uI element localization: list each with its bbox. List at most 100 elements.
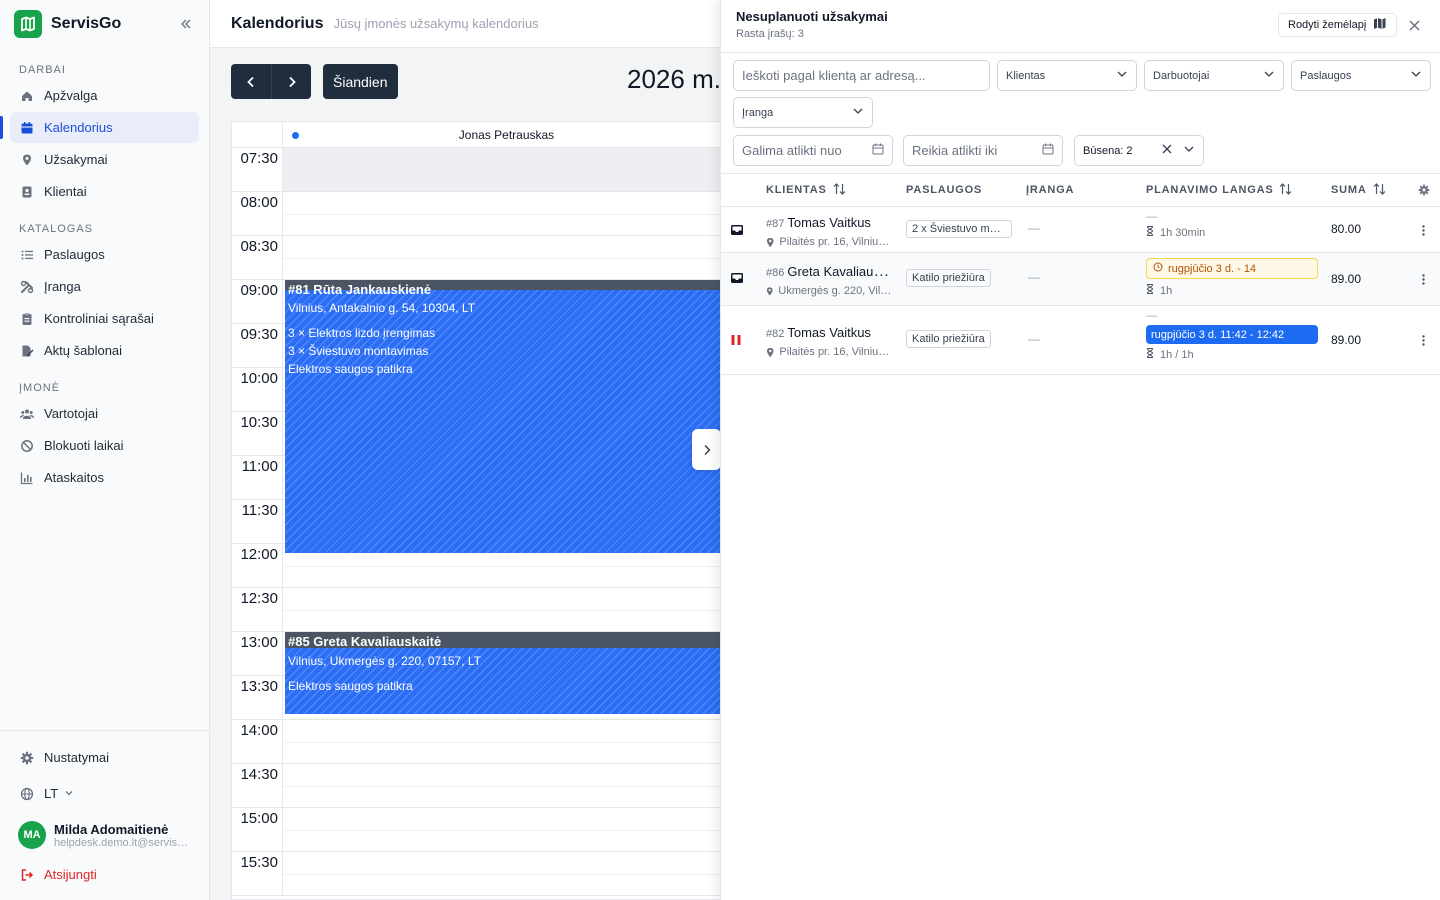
resource-color-dot <box>292 132 299 139</box>
prev-button[interactable] <box>231 64 271 99</box>
time-label: 08:00 <box>232 192 283 235</box>
event-service: 3 × Šviestuvo montavimas <box>288 344 429 358</box>
sidebar-item-label: Blokuoti laikai <box>44 438 124 453</box>
pause-icon <box>730 333 742 351</box>
app-logo-icon <box>14 10 42 38</box>
collapse-sidebar-icon[interactable] <box>177 15 195 33</box>
duration: 1h <box>1160 284 1173 297</box>
logout-label: Atsijungti <box>44 867 97 882</box>
sidebar-item-nustatymai[interactable]: Nustatymai <box>10 742 199 773</box>
list-icon <box>20 248 34 262</box>
sidebar-item-apzvalga[interactable]: Apžvalga <box>10 80 199 111</box>
sidebar-item-klientai[interactable]: Klientai <box>10 176 199 207</box>
more-options-icon[interactable] <box>1419 333 1427 347</box>
user-profile[interactable]: MA Milda Adomaitienė helpdesk.demo.lt@se… <box>0 821 209 849</box>
time-slot[interactable]: 08:30 <box>232 236 730 280</box>
time-label: 14:00 <box>232 720 283 763</box>
time-slot[interactable]: 07:30 <box>232 148 730 192</box>
worker-filter-label: Darbuotojai <box>1153 69 1210 82</box>
client-filter[interactable]: Klientas <box>997 60 1137 91</box>
next-button[interactable] <box>271 64 311 99</box>
service-chip: 2 x Šviestuvo montavimas <box>906 220 1012 238</box>
time-label: 09:30 <box>232 324 283 367</box>
expand-panel-button[interactable] <box>692 429 721 470</box>
event-service: Elektros saugos patikra <box>288 679 413 693</box>
logout-icon <box>20 868 34 882</box>
planning-window-dash: — <box>1146 310 1157 322</box>
close-icon[interactable] <box>1406 17 1422 33</box>
table-row[interactable]: #87 Tomas Vaitkus Pilaitės pr. 16, Vilniu… <box>721 207 1440 253</box>
duration: 1h 30min <box>1160 226 1206 239</box>
calendar-event[interactable]: #81 Rūta Jankauskienė Vilnius, Antakalni… <box>285 280 730 553</box>
sidebar-item-kalendorius[interactable]: Kalendorius <box>0 112 199 143</box>
logout-button[interactable]: Atsijungti <box>10 859 199 890</box>
clear-icon[interactable] <box>1161 143 1173 158</box>
services-filter[interactable]: Paslaugos <box>1291 60 1431 91</box>
order-sum: 89.00 <box>1331 333 1362 347</box>
client-address: Pilaitės pr. 16, Vilnius, LT <box>779 236 894 248</box>
sidebar-item-kontroliniai[interactable]: Kontroliniai sąrašai <box>10 303 199 334</box>
sidebar-item-label: Kontroliniai sąrašai <box>44 311 154 326</box>
time-label: 07:30 <box>232 148 283 191</box>
sidebar-item-ataskaitos[interactable]: Ataskaitos <box>10 462 199 493</box>
calendar-toolbar: Šiandien <box>231 64 398 99</box>
table-row[interactable]: #82 Tomas Vaitkus Pilaitės pr. 16, Vilniu… <box>721 306 1440 375</box>
chevron-left-icon <box>247 76 254 87</box>
time-slot[interactable]: 08:00 <box>232 192 730 236</box>
client-name: Tomas Vaitkus <box>787 325 871 340</box>
date-from-input[interactable]: Galima atlikti nuo <box>733 135 893 166</box>
time-label: 15:30 <box>232 852 283 895</box>
chevron-down-icon <box>852 105 864 120</box>
event-title: #85 Greta Kavaliauskaitė <box>288 634 442 649</box>
calendar-grid: Jonas Petrauskas 07:30 08:00 08:30 09:00 09:… <box>231 121 731 900</box>
search-input[interactable]: Ieškoti pagal klientą ar adresą... <box>733 60 990 91</box>
time-slot[interactable]: 15:30 <box>232 852 730 896</box>
sidebar-item-iranga[interactable]: Įranga <box>10 271 199 302</box>
client-name: Greta Kavaliauskaitė <box>787 264 894 279</box>
calendar-icon <box>872 143 884 158</box>
time-slot[interactable]: 12:30 <box>232 588 730 632</box>
section-title-imone: ĮMONĖ <box>19 382 61 394</box>
time-slot[interactable]: 15:00 <box>232 808 730 852</box>
hourglass-icon <box>1146 284 1154 297</box>
planning-window-chip: rugpjūčio 3 d. 11:42 - 12:42 <box>1146 325 1318 344</box>
inbox-icon <box>730 271 744 289</box>
sidebar-item-uzsakymai[interactable]: Užsakymai <box>10 144 199 175</box>
panel-header: Nesuplanuoti užsakymai Rasta įrašų: 3 Ro… <box>721 0 1440 53</box>
calendar-icon <box>1042 143 1054 158</box>
time-slot[interactable]: 14:00 <box>232 720 730 764</box>
sidebar-item-paslaugos[interactable]: Paslaugos <box>10 239 199 270</box>
table-settings-icon[interactable] <box>1418 184 1430 196</box>
section-title-katalogas: KATALOGAS <box>19 223 94 235</box>
more-options-icon[interactable] <box>1419 223 1427 237</box>
column-services: PASLAUGOS <box>906 184 983 196</box>
sidebar: ServisGo DARBAI Apžvalga Kalendorius Užs… <box>0 0 210 900</box>
today-button[interactable]: Šiandien <box>323 64 398 99</box>
services-filter-label: Paslaugos <box>1300 69 1352 82</box>
equipment-filter[interactable]: Įranga <box>733 97 873 128</box>
time-slot[interactable]: 14:30 <box>232 764 730 808</box>
table-row[interactable]: #86Greta Kavaliauskaitė Ukmergės g. 220,… <box>721 253 1440 306</box>
column-client[interactable]: KLIENTAS <box>766 182 846 198</box>
column-window[interactable]: PLANAVIMO LANGAS <box>1146 182 1292 198</box>
sidebar-item-label: Užsakymai <box>44 152 108 167</box>
date-to-input[interactable]: Reikia atlikti iki <box>903 135 1063 166</box>
equipment-value: — <box>1028 332 1040 346</box>
sidebar-item-aktu-sablonai[interactable]: Aktų šablonai <box>10 335 199 366</box>
worker-filter[interactable]: Darbuotojai <box>1144 60 1284 91</box>
time-label: 11:00 <box>232 456 283 499</box>
event-title: #81 Rūta Jankauskienė <box>288 282 432 297</box>
more-options-icon[interactable] <box>1419 272 1427 286</box>
show-map-label: Rodyti žemėlapį <box>1288 19 1367 31</box>
column-sum[interactable]: SUMA <box>1331 182 1386 198</box>
sidebar-item-vartotojai[interactable]: Vartotojai <box>10 398 199 429</box>
status-filter[interactable]: Būsena: 2 <box>1074 135 1204 166</box>
language-selector[interactable]: LT <box>10 778 199 809</box>
sidebar-item-label: Vartotojai <box>44 406 98 421</box>
service-chip: Katilo priežiūra <box>906 330 991 348</box>
show-map-button[interactable]: Rodyti žemėlapį <box>1278 13 1398 37</box>
calendar-event[interactable]: #85 Greta Kavaliauskaitė Vilnius, Ukmerg… <box>285 632 730 714</box>
sidebar-item-blokuoti-laikai[interactable]: Blokuoti laikai <box>10 430 199 461</box>
order-number: #86 <box>766 267 785 279</box>
sidebar-item-label: Paslaugos <box>44 247 105 262</box>
